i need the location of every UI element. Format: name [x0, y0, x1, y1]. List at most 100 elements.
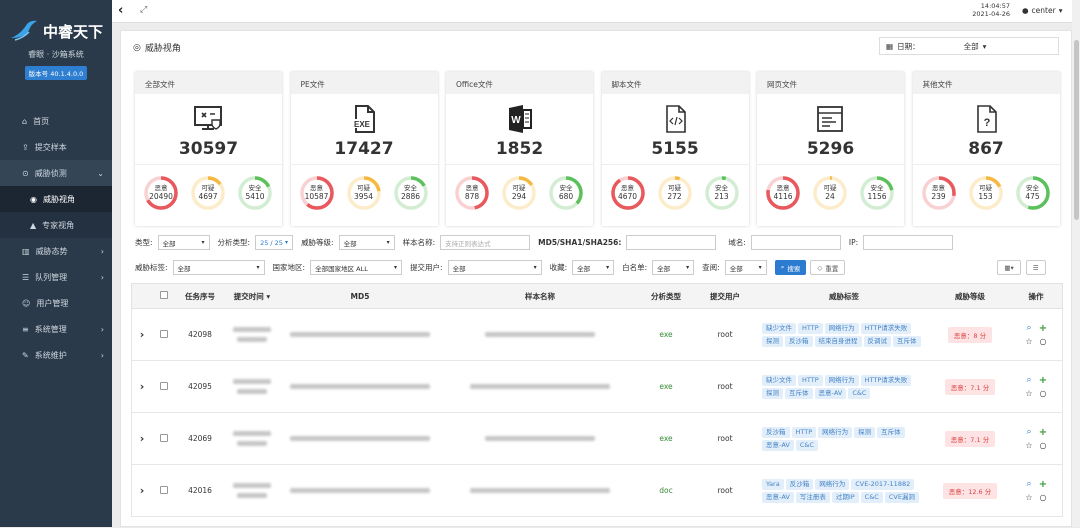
- sample-name-input[interactable]: 支持正则表达式: [440, 235, 531, 250]
- safe-ring[interactable]: 安全 213: [704, 176, 739, 210]
- threat-tag[interactable]: Yara: [762, 478, 784, 490]
- sidebar-item-system[interactable]: ≡ 系统管理 ›: [0, 316, 112, 342]
- user-menu[interactable]: ● center ▾: [1022, 6, 1062, 15]
- analysis-type-select[interactable]: 25 / 25 ▾: [255, 235, 294, 250]
- threat-tag[interactable]: 恶意-AV: [762, 439, 794, 451]
- threat-tag[interactable]: 过期IP: [831, 491, 859, 503]
- sample-name-redacted[interactable]: [440, 486, 640, 495]
- stat-card[interactable]: 全部文件 30597 恶意 20490 可疑 4697 安全 5410: [135, 72, 282, 226]
- threat-tag[interactable]: 网络行为: [815, 478, 850, 490]
- expand-row-icon[interactable]: ›: [132, 484, 152, 497]
- suspicious-ring[interactable]: 可疑 153: [968, 176, 1003, 210]
- search-icon[interactable]: ⌕: [1024, 479, 1034, 490]
- malicious-ring[interactable]: 恶意 20490: [144, 176, 178, 210]
- search-icon[interactable]: ⌕: [1024, 427, 1034, 438]
- search-icon[interactable]: ⌕: [1024, 323, 1034, 334]
- favorite-select[interactable]: 全部 ▾: [572, 260, 615, 275]
- col-time[interactable]: 提交时间 ▾: [224, 291, 280, 302]
- stat-card[interactable]: 其他文件 ? 867 恶意 239 可疑 153 安全 475: [912, 72, 1060, 226]
- threat-tag[interactable]: 互斥体: [877, 426, 905, 438]
- search-icon[interactable]: ⌕: [1024, 375, 1034, 386]
- col-name[interactable]: 样本名称: [440, 291, 640, 302]
- threat-tag[interactable]: CVE漏洞: [884, 491, 919, 503]
- list-view-button[interactable]: ☰: [1025, 260, 1046, 275]
- safe-ring[interactable]: 安全 5410: [238, 176, 272, 210]
- row-checkbox[interactable]: [160, 329, 168, 338]
- table-row[interactable]: › 42098 exe root 缺少文件 HTTP 网络行为 HTTP请求失败 探测反…: [131, 309, 1063, 361]
- hash-input[interactable]: [626, 235, 717, 250]
- sidebar-item-threat-view[interactable]: ◉ 威胁视角: [0, 186, 112, 212]
- threat-tag[interactable]: C&C: [860, 491, 883, 503]
- threat-tag[interactable]: C&C: [848, 387, 871, 399]
- star-icon[interactable]: ☆: [1024, 389, 1034, 398]
- table-row[interactable]: › 42069 exe root 反沙箱 HTTP 网络行为 探测 互斥体 恶意-AV C&…: [131, 413, 1063, 465]
- suspicious-ring[interactable]: 可疑 294: [502, 176, 536, 210]
- circle-icon[interactable]: ○: [1038, 337, 1048, 346]
- sidebar-item-home[interactable]: ⌂ 首页: [0, 108, 112, 134]
- expand-row-icon[interactable]: ›: [132, 432, 152, 445]
- threat-tag[interactable]: 探测: [762, 387, 783, 399]
- stat-card[interactable]: Office文件 W 1852 恶意 878 可疑 294 安全 680: [446, 72, 593, 226]
- threat-tag[interactable]: 缺少文件: [762, 374, 796, 386]
- type-select[interactable]: 全部 ▾: [157, 235, 210, 250]
- threat-tag[interactable]: CVE-2017-11882: [851, 478, 915, 490]
- add-icon[interactable]: +: [1038, 375, 1048, 386]
- sidebar-item-submit[interactable]: ⇪ 提交样本: [0, 134, 112, 160]
- threat-tag[interactable]: 探测: [854, 426, 876, 438]
- threat-tag[interactable]: 互斥体: [893, 335, 921, 347]
- expand-row-icon[interactable]: ›: [132, 380, 152, 393]
- sidebar-item-maintenance[interactable]: ✎ 系统维护 ›: [0, 342, 112, 368]
- malicious-ring[interactable]: 恶意 4116: [766, 176, 800, 210]
- row-checkbox[interactable]: [160, 433, 168, 442]
- safe-ring[interactable]: 安全 680: [549, 176, 583, 210]
- sidebar-item-threat-detect[interactable]: ⊙ 威胁侦测 ⌄: [0, 160, 112, 186]
- threat-tag[interactable]: 恶意-AV: [762, 491, 794, 503]
- malicious-ring[interactable]: 恶意 4670: [610, 176, 645, 210]
- star-icon[interactable]: ☆: [1024, 493, 1034, 502]
- page-scrollbar[interactable]: [1072, 0, 1080, 527]
- sidebar-item-users[interactable]: ☺ 用户管理: [0, 290, 112, 316]
- circle-icon[interactable]: ○: [1038, 493, 1048, 502]
- sample-name-redacted[interactable]: [440, 382, 640, 391]
- reset-button[interactable]: ◇ 重置: [810, 260, 846, 275]
- stat-card[interactable]: 网页文件 5296 恶意 4116 可疑 24 安全 1156: [757, 72, 904, 226]
- stat-card[interactable]: 脚本文件 5155 恶意 4670 可疑 272 安全 213: [601, 72, 749, 226]
- threat-tag[interactable]: 探测: [762, 335, 783, 347]
- circle-icon[interactable]: ○: [1038, 441, 1048, 450]
- threat-tag[interactable]: 结束自身进程: [814, 335, 862, 347]
- row-checkbox[interactable]: [160, 485, 168, 494]
- row-checkbox[interactable]: [160, 381, 168, 390]
- table-row[interactable]: › 42016 doc root Yara 反沙箱 网络行为 CVE-2017-118…: [131, 465, 1063, 517]
- sidebar-item-threat-situation[interactable]: ▥ 威胁态势 ›: [0, 238, 112, 264]
- column-toggle-button[interactable]: ▦▾: [997, 260, 1021, 275]
- circle-icon[interactable]: ○: [1038, 389, 1048, 398]
- col-analysis-type[interactable]: 分析类型: [640, 291, 692, 302]
- region-select[interactable]: 全部国家地区 ALL ▾: [310, 260, 403, 275]
- sidebar-item-queue[interactable]: ☰ 队列管理 ›: [0, 264, 112, 290]
- threat-tag[interactable]: HTTP请求失败: [860, 374, 912, 386]
- threat-tag[interactable]: 反沙箱: [785, 335, 813, 347]
- malicious-ring[interactable]: 恶意 239: [921, 176, 956, 210]
- col-md5[interactable]: MD5: [280, 292, 440, 301]
- stat-card[interactable]: PE文件 EXE 17427 恶意 10587 可疑 3954 安全 2886: [290, 72, 438, 226]
- add-icon[interactable]: +: [1038, 323, 1048, 334]
- threat-tag[interactable]: HTTP: [798, 374, 823, 386]
- fullscreen-icon[interactable]: ⤢: [140, 5, 147, 15]
- threat-level-select[interactable]: 全部 ▾: [338, 235, 395, 250]
- col-id[interactable]: 任务序号: [176, 291, 224, 302]
- add-icon[interactable]: +: [1038, 479, 1048, 490]
- star-icon[interactable]: ☆: [1024, 441, 1034, 450]
- malicious-ring[interactable]: 恶意 878: [455, 176, 489, 210]
- threat-tag[interactable]: 恶意-AV: [814, 387, 847, 399]
- col-level[interactable]: 威胁等级: [930, 291, 1010, 302]
- sample-name-redacted[interactable]: [440, 330, 640, 339]
- threat-tag[interactable]: 反调试: [863, 335, 891, 347]
- select-all-checkbox[interactable]: [160, 291, 168, 299]
- threat-tag[interactable]: 互斥体: [785, 387, 813, 399]
- ip-input[interactable]: [863, 235, 954, 250]
- whitelist-select[interactable]: 全部 ▾: [652, 260, 695, 275]
- threat-tag[interactable]: 缺少文件: [762, 322, 796, 334]
- add-icon[interactable]: +: [1038, 427, 1048, 438]
- threat-tag[interactable]: 网络行为: [824, 322, 859, 334]
- safe-ring[interactable]: 安全 1156: [860, 176, 894, 210]
